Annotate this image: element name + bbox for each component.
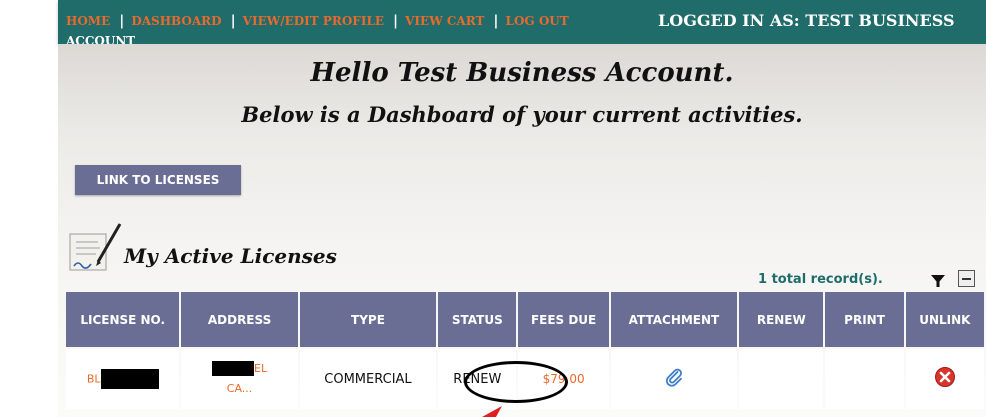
nav-home-link[interactable]: HOME (66, 14, 110, 28)
nav-dashboard-link[interactable]: DASHBOARD (131, 14, 221, 28)
document-pen-icon (69, 223, 122, 271)
annotation-arrow (482, 406, 502, 417)
column-attachment[interactable]: ATTACHMENT (610, 292, 738, 347)
license-number-cell[interactable]: BL (66, 349, 180, 409)
dashboard-content: Hello Test Business Account. Below is a … (58, 44, 986, 417)
nav-profile-link[interactable]: VIEW/EDIT PROFILE (243, 14, 384, 28)
total-records-count: 1 total record(s). (758, 272, 883, 287)
column-print[interactable]: PRINT (825, 292, 904, 347)
redaction-block (100, 369, 159, 389)
logged-in-as-label: LOGGED IN AS: TEST BUSINESS (658, 11, 955, 30)
address-cell[interactable]: EL CA... (181, 349, 298, 409)
license-number-prefix[interactable]: BL (87, 373, 101, 386)
print-cell (825, 349, 904, 409)
column-address[interactable]: ADDRESS (181, 292, 298, 347)
column-type[interactable]: TYPE (299, 292, 437, 347)
logged-in-account-overflow: ACCOUNT (66, 35, 136, 44)
section-title: My Active Licenses (124, 244, 337, 268)
link-to-licenses-button[interactable]: LINK TO LICENSES (75, 165, 241, 195)
table-row: BL EL CA... COMMERCIAL RENEW $79.00 (66, 349, 984, 409)
left-margin (0, 44, 58, 417)
address-line2[interactable]: CA... (227, 382, 253, 395)
redaction-block (212, 361, 255, 376)
address-line1-suffix[interactable]: EL (254, 362, 267, 375)
type-cell: COMMERCIAL (299, 349, 437, 409)
nav-separator: | (119, 13, 125, 29)
top-navigation-bar: HOME | DASHBOARD | VIEW/EDIT PROFILE | VIEW CA… (58, 0, 986, 44)
nav-separator: | (393, 13, 399, 29)
nav-logout-link[interactable]: LOG OUT (506, 14, 569, 28)
column-fees-due[interactable]: FEES DUE (518, 292, 609, 347)
funnel-icon[interactable] (930, 273, 946, 289)
renew-cell (739, 349, 824, 409)
column-unlink[interactable]: UNLINK (905, 292, 984, 347)
minus-icon[interactable] (958, 270, 975, 287)
greeting-title: Hello Test Business Account. (310, 58, 734, 88)
nav-separator: | (493, 13, 499, 29)
attachment-cell (610, 349, 738, 409)
column-renew[interactable]: RENEW (739, 292, 824, 347)
nav-separator: | (230, 13, 236, 29)
red-x-icon[interactable] (934, 366, 956, 388)
nav-links: HOME | DASHBOARD | VIEW/EDIT PROFILE | VIEW CA… (66, 13, 569, 29)
fees-due-link[interactable]: $79.00 (543, 372, 585, 386)
column-status[interactable]: STATUS (438, 292, 517, 347)
paperclip-icon[interactable] (664, 367, 684, 387)
greeting-subtitle: Below is a Dashboard of your current act… (241, 102, 803, 127)
column-license-no[interactable]: LICENSE NO. (66, 292, 180, 347)
nav-cart-link[interactable]: VIEW CART (405, 14, 484, 28)
table-header-row: LICENSE NO. ADDRESS TYPE STATUS FEES DUE… (66, 292, 984, 347)
fees-due-cell[interactable]: $79.00 (518, 349, 609, 409)
licenses-table: LICENSE NO. ADDRESS TYPE STATUS FEES DUE… (64, 290, 986, 411)
status-cell: RENEW (438, 349, 517, 409)
unlink-cell (905, 349, 984, 409)
